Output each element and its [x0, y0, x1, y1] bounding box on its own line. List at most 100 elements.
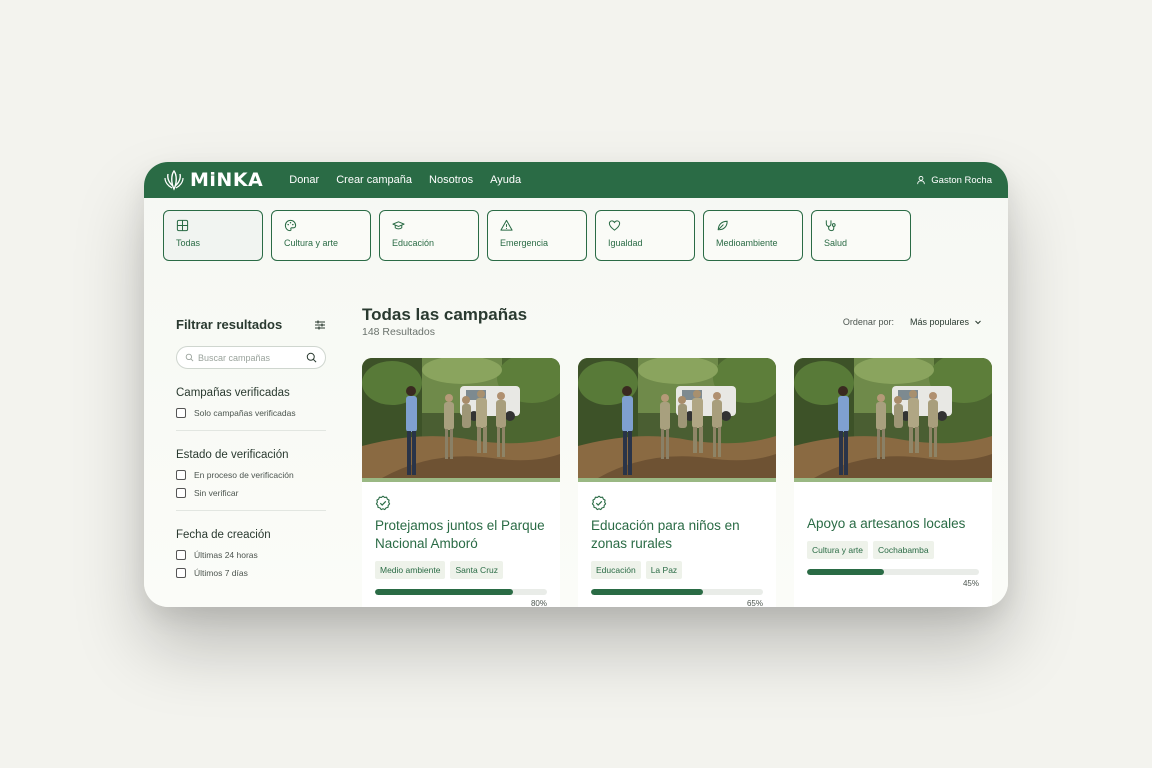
tag-list: Cultura y arte Cochabamba: [807, 541, 979, 559]
tag-list: Medio ambiente Santa Cruz: [375, 561, 547, 579]
checkbox[interactable]: [176, 408, 186, 418]
card-body: Educación para niños en zonas rurales Ed…: [578, 482, 776, 607]
category-label: Igualdad: [608, 238, 643, 248]
category-filter-row: Todas Cultura y arte Educación Emergenci…: [163, 210, 919, 261]
sort-label: Ordenar por:: [842, 317, 894, 327]
checkbox-label: Últimos 7 días: [194, 568, 248, 578]
search-submit-icon[interactable]: [306, 352, 317, 363]
sort-control: Ordenar por: Más populares: [843, 317, 982, 327]
card-body: Apoyo a artesanos locales Cultura y arte…: [794, 482, 992, 607]
search-input[interactable]: [198, 352, 306, 363]
checkbox[interactable]: [176, 470, 186, 480]
app-window: MiNKA Donar Crear campaña Nosotros Ayuda…: [144, 162, 1008, 607]
location-tag: Cochabamba: [873, 541, 934, 559]
user-name: Gaston Rocha: [931, 174, 992, 186]
checkbox-label: En proceso de verificación: [194, 470, 294, 480]
category-tag: Medio ambiente: [375, 561, 446, 579]
nav-link-nosotros[interactable]: Nosotros: [429, 174, 473, 186]
brand-logo[interactable]: MiNKA: [162, 168, 263, 192]
nav-link-ayuda[interactable]: Ayuda: [490, 174, 521, 186]
checkbox-label: Solo campañas verificadas: [194, 408, 296, 418]
campaign-title[interactable]: Apoyo a artesanos locales: [807, 515, 979, 533]
category-salud[interactable]: Salud: [811, 210, 911, 261]
checkbox[interactable]: [176, 488, 186, 498]
category-label: Emergencia: [500, 238, 549, 248]
campaign-image: [578, 358, 776, 478]
campaign-card[interactable]: Apoyo a artesanos locales Cultura y arte…: [794, 358, 992, 607]
leaf-logo-icon: [164, 169, 184, 191]
search-icon: [185, 353, 194, 362]
campaign-image: [794, 358, 992, 478]
category-educacion[interactable]: Educación: [379, 210, 479, 261]
divider: [176, 430, 326, 431]
warning-icon: [500, 219, 513, 231]
search-box: [176, 346, 326, 369]
category-emergencia[interactable]: Emergencia: [487, 210, 587, 261]
category-medioambiente[interactable]: Medioambiente: [703, 210, 803, 261]
checkbox-row[interactable]: Últimas 24 horas: [176, 550, 326, 560]
verified-check-icon: [375, 495, 391, 511]
graduation-cap-icon: [392, 221, 405, 230]
progress-fill: [591, 589, 703, 595]
nav-link-crear-campana[interactable]: Crear campaña: [336, 174, 412, 186]
progress-bar: [807, 569, 979, 575]
category-label: Cultura y arte: [284, 238, 339, 248]
checkbox[interactable]: [176, 550, 186, 560]
progress-percent: 45%: [962, 579, 979, 588]
tag-list: Educación La Paz: [591, 561, 763, 579]
progress-fill: [375, 589, 513, 595]
sort-value: Más populares: [909, 317, 969, 327]
category-label: Salud: [824, 238, 848, 248]
user-menu[interactable]: Gaston Rocha: [916, 162, 992, 198]
campaign-title[interactable]: Educación para niños en zonas rurales: [591, 517, 763, 553]
filter-title: Filtrar resultados: [176, 317, 283, 332]
checkbox-row[interactable]: Solo campañas verificadas: [176, 408, 326, 418]
checkbox-row[interactable]: Últimos 7 días: [176, 568, 326, 578]
checkbox[interactable]: [176, 568, 186, 578]
heart-icon: [608, 220, 621, 231]
section-title: Campañas verificadas: [176, 387, 290, 399]
filter-section-verified: Campañas verificadas Solo campañas verif…: [176, 387, 326, 431]
palette-icon: [284, 219, 297, 232]
section-title: Estado de verificación: [176, 449, 289, 461]
sliders-icon[interactable]: [314, 319, 326, 331]
nav-link-donar[interactable]: Donar: [289, 174, 319, 186]
location-tag: Santa Cruz: [450, 561, 504, 579]
category-tag: Cultura y arte: [807, 541, 869, 559]
campaign-card[interactable]: Educación para niños en zonas rurales Ed…: [578, 358, 776, 607]
filter-section-verification-status: Estado de verificación En proceso de ver…: [176, 449, 326, 511]
campaign-title[interactable]: Protejamos juntos el Parque Nacional Amb…: [375, 517, 547, 553]
nav-links: Donar Crear campaña Nosotros Ayuda: [289, 174, 538, 186]
category-label: Educación: [392, 238, 435, 248]
campaign-card[interactable]: Protejamos juntos el Parque Nacional Amb…: [362, 358, 560, 607]
category-igualdad[interactable]: Igualdad: [595, 210, 695, 261]
progress-bar: [375, 589, 547, 595]
navbar: MiNKA Donar Crear campaña Nosotros Ayuda…: [144, 162, 1008, 198]
checkbox-label: Sin verificar: [194, 488, 239, 498]
sort-dropdown[interactable]: Más populares: [910, 317, 982, 327]
divider: [176, 510, 326, 511]
filter-sidebar: Filtrar resultados Campañas verifi: [176, 317, 326, 586]
location-tag: La Paz: [645, 561, 683, 579]
category-cultura-y-arte[interactable]: Cultura y arte: [271, 210, 371, 261]
filter-section-creation-date: Fecha de creación Últimas 24 horas Últim…: [176, 529, 326, 578]
category-label: Medioambiente: [716, 238, 778, 248]
checkbox-row[interactable]: En proceso de verificación: [176, 470, 326, 480]
section-title: Fecha de creación: [176, 529, 271, 541]
category-label: Todas: [176, 238, 201, 248]
user-icon: [917, 176, 926, 185]
card-body: Protejamos juntos el Parque Nacional Amb…: [362, 482, 560, 607]
progress-bar: [591, 589, 763, 595]
leaf-icon: [717, 220, 728, 231]
stethoscope-icon: [825, 220, 836, 232]
chevron-down-icon: [975, 320, 981, 325]
progress-percent: 80%: [530, 599, 547, 607]
page-title: Todas las campañas: [362, 305, 528, 324]
brand-name: MiNKA: [190, 169, 264, 191]
campaign-image: [362, 358, 560, 478]
progress-fill: [807, 569, 885, 575]
result-count: 148 Resultados: [362, 326, 435, 338]
progress-percent: 65%: [746, 599, 763, 607]
checkbox-row[interactable]: Sin verificar: [176, 488, 326, 498]
category-todas[interactable]: Todas: [163, 210, 263, 261]
